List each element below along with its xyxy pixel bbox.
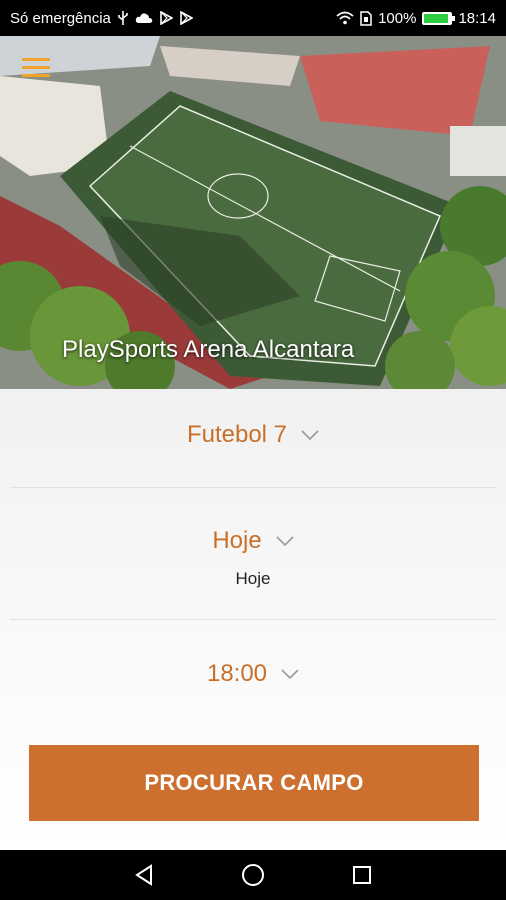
chevron-down-icon [301,430,319,440]
date-caption: Hoje [235,569,271,588]
battery-icon [422,11,456,25]
venue-hero-image: PlaySports Arena Alcantara [0,36,506,389]
sport-filter-row: Futebol 7 [10,421,496,449]
back-icon[interactable] [124,855,164,895]
status-bar: Só emergência 100% 18:14 [0,0,506,36]
sport-selected-value: Futebol 7 [186,421,288,448]
system-navigation-bar [0,850,506,900]
time-filter-row: 18:00 [10,660,496,688]
battery-percent: 100% [378,9,417,27]
carrier-text: Só emergência [10,9,111,27]
sim-icon [360,10,372,26]
time-selected-value: 18:00 [206,660,268,687]
home-icon[interactable] [233,855,273,895]
hamburger-menu-icon[interactable] [22,58,50,82]
usb-icon [117,10,129,26]
wifi-icon [336,11,354,25]
recents-icon[interactable] [342,855,382,895]
clock: 18:14 [458,9,496,27]
search-field-button[interactable]: PROCURAR CAMPO [29,745,479,821]
divider [10,619,496,620]
sport-dropdown[interactable]: Futebol 7 [187,421,319,449]
play-store-icon-2 [179,11,193,25]
chevron-down-icon [281,669,299,679]
cloud-icon [135,12,153,24]
date-dropdown[interactable]: Hoje [212,527,294,555]
date-filter-row: Hoje Hoje [10,527,496,589]
venue-name: PlaySports Arena Alcantara [62,336,355,363]
chevron-down-icon [276,536,294,546]
divider [10,487,496,488]
play-store-icon [159,11,173,25]
date-selected-value: Hoje [212,527,262,554]
time-dropdown[interactable]: 18:00 [207,660,299,688]
